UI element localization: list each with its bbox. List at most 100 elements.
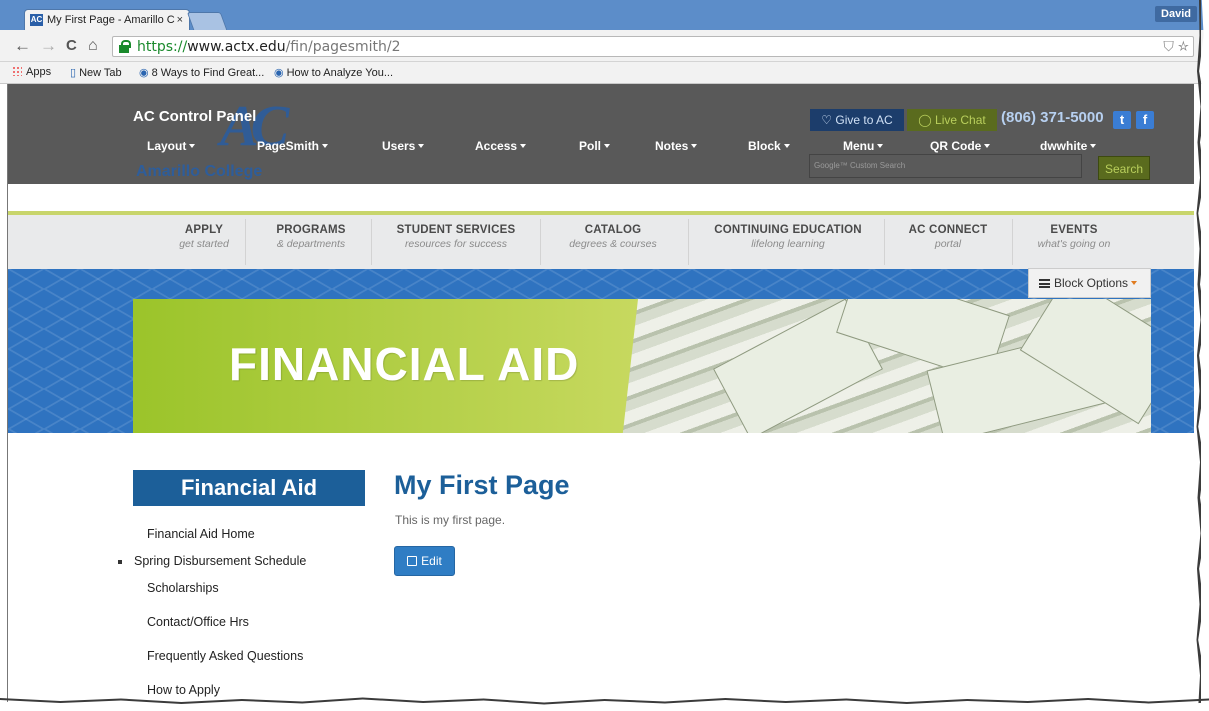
bookmark-8-ways[interactable]: ◉ 8 Ways to Find Great... [139, 66, 264, 79]
twitter-icon[interactable]: t [1113, 111, 1131, 129]
nav-divider [540, 219, 541, 265]
browser-tab-strip: AC My First Page - Amarillo C × David [0, 0, 1209, 30]
nav-sub-label: what's going on [1037, 238, 1111, 250]
phone-number[interactable]: (806) 371-5000 [1001, 109, 1104, 126]
nav-main-label: CONTINUING EDUCATION [714, 224, 862, 236]
edit-label: Edit [421, 554, 442, 568]
bookmark-label: Apps [26, 66, 52, 78]
lock-icon [119, 40, 131, 53]
custom-search-input[interactable]: Google™ Custom Search [809, 154, 1082, 178]
browser-toolbar: ← → C ⌂ https://www.actx.edu/fin/pagesmi… [0, 30, 1209, 62]
url-text: https://www.actx.edu/fin/pagesmith/2 [137, 39, 400, 55]
menu-layout[interactable]: Layout [147, 139, 196, 153]
caret-down-icon [520, 144, 527, 148]
caret-down-icon [984, 144, 991, 148]
nav-apply[interactable]: APPLY get started [171, 224, 237, 250]
browser-tab[interactable]: AC My First Page - Amarillo C × [24, 9, 190, 30]
caret-down-icon [1131, 281, 1138, 285]
hero-image: FINANCIAL AID [133, 299, 1151, 433]
nav-main-label: PROGRAMS [276, 224, 346, 236]
nav-catalog[interactable]: CATALOG degrees & courses [556, 224, 670, 250]
menu-user-dwwhite[interactable]: dwwhite [1040, 139, 1097, 153]
nav-divider [688, 219, 689, 265]
college-name[interactable]: Amarillo College [136, 163, 262, 181]
menu-access[interactable]: Access [475, 139, 527, 153]
nav-divider [884, 219, 885, 265]
sidebar-link-scholarships[interactable]: Scholarships [147, 581, 219, 595]
menu-label: PageSmith [257, 139, 320, 153]
menu-block[interactable]: Block [748, 139, 790, 153]
menu-pagesmith[interactable]: PageSmith [257, 139, 329, 153]
caret-down-icon [322, 144, 329, 148]
menu-label: Poll [579, 139, 602, 153]
menu-menu[interactable]: Menu [843, 139, 884, 153]
tab-close-icon[interactable]: × [177, 10, 183, 30]
page-icon: ▯ [70, 67, 77, 79]
menu-label: Layout [147, 139, 187, 153]
nav-divider [1012, 219, 1013, 265]
back-arrow-icon[interactable]: ← [14, 36, 31, 56]
sidebar-link-financial-aid-home[interactable]: Financial Aid Home [147, 527, 255, 541]
bookmark-new-tab[interactable]: ▯ New Tab [70, 66, 122, 79]
page-body-text: This is my first page. [395, 513, 506, 527]
menu-label: Access [475, 139, 518, 153]
list-icon [1039, 279, 1050, 288]
caret-down-icon [1090, 144, 1097, 148]
search-button[interactable]: Search [1098, 156, 1150, 180]
bookmark-star-icon[interactable]: ⛉ ☆ [1163, 38, 1189, 55]
site-navigation: APPLY get started PROGRAMS & departments… [8, 215, 1194, 269]
search-favicon-icon: ◉ [274, 67, 284, 79]
nav-main-label: AC CONNECT [908, 224, 988, 236]
sidebar-link-contact[interactable]: Contact/Office Hrs [147, 615, 249, 629]
menu-users[interactable]: Users [382, 139, 425, 153]
menu-poll[interactable]: Poll [579, 139, 611, 153]
nav-divider [245, 219, 246, 265]
nav-continuing-education[interactable]: CONTINUING EDUCATION lifelong learning [708, 224, 868, 250]
caret-down-icon [189, 144, 196, 148]
bookmark-apps[interactable]: Apps [12, 66, 51, 78]
sidebar-link-how-to-apply[interactable]: How to Apply [147, 683, 220, 697]
nav-student-services[interactable]: STUDENT SERVICES resources for success [391, 224, 521, 250]
sidebar-link-faq[interactable]: Frequently Asked Questions [147, 649, 303, 663]
sidebar-link-spring-disbursement[interactable]: Spring Disbursement Schedule [134, 554, 306, 568]
url-scheme: https:// [137, 39, 188, 55]
address-bar[interactable]: https://www.actx.edu/fin/pagesmith/2 ⛉ ☆ [112, 36, 1194, 57]
home-icon[interactable]: ⌂ [88, 36, 98, 56]
nav-sub-label: portal [934, 238, 962, 250]
nav-events[interactable]: EVENTS what's going on [1026, 224, 1122, 250]
bookmark-label: How to Analyze You... [286, 67, 394, 79]
caret-down-icon [877, 144, 884, 148]
nav-sub-label: get started [179, 238, 229, 250]
nav-sub-label: & departments [276, 238, 346, 250]
block-options-button[interactable]: Block Options [1028, 268, 1151, 298]
url-path: /fin/pagesmith/2 [285, 39, 401, 55]
tab-title: My First Page - Amarillo C [47, 14, 175, 26]
nav-sub-label: resources for success [404, 238, 508, 250]
menu-label: Users [382, 139, 416, 153]
nav-ac-connect[interactable]: AC CONNECT portal [898, 224, 998, 250]
menu-label: QR Code [930, 139, 982, 153]
bookmark-how-to-analyze[interactable]: ◉ How to Analyze You... [274, 66, 393, 79]
caret-down-icon [691, 144, 698, 148]
edit-icon [407, 556, 418, 566]
nav-programs[interactable]: PROGRAMS & departments [266, 224, 356, 250]
bookmarks-bar: Apps ▯ New Tab ◉ 8 Ways to Find Great... ◉… [0, 62, 1209, 84]
facebook-icon[interactable]: f [1136, 111, 1154, 129]
money-photo [603, 299, 1151, 433]
edit-button[interactable]: Edit [394, 546, 455, 576]
profile-button[interactable]: David [1155, 6, 1197, 22]
apps-grid-icon [12, 66, 22, 76]
menu-notes[interactable]: Notes [655, 139, 698, 153]
nav-divider [371, 219, 372, 265]
new-tab-button[interactable] [186, 12, 228, 30]
live-chat-button[interactable]: ◯ Live Chat [907, 109, 997, 131]
give-to-ac-button[interactable]: ♡ Give to AC [810, 109, 904, 131]
menu-qr-code[interactable]: QR Code [930, 139, 991, 153]
forward-arrow-icon[interactable]: → [40, 36, 57, 56]
reload-icon[interactable]: C [66, 36, 77, 56]
nav-main-label: EVENTS [1050, 224, 1098, 236]
nav-main-label: CATALOG [584, 224, 642, 236]
bullet-icon [118, 560, 122, 564]
nav-sub-label: degrees & courses [569, 238, 657, 250]
site-favicon-icon: AC [30, 14, 43, 26]
